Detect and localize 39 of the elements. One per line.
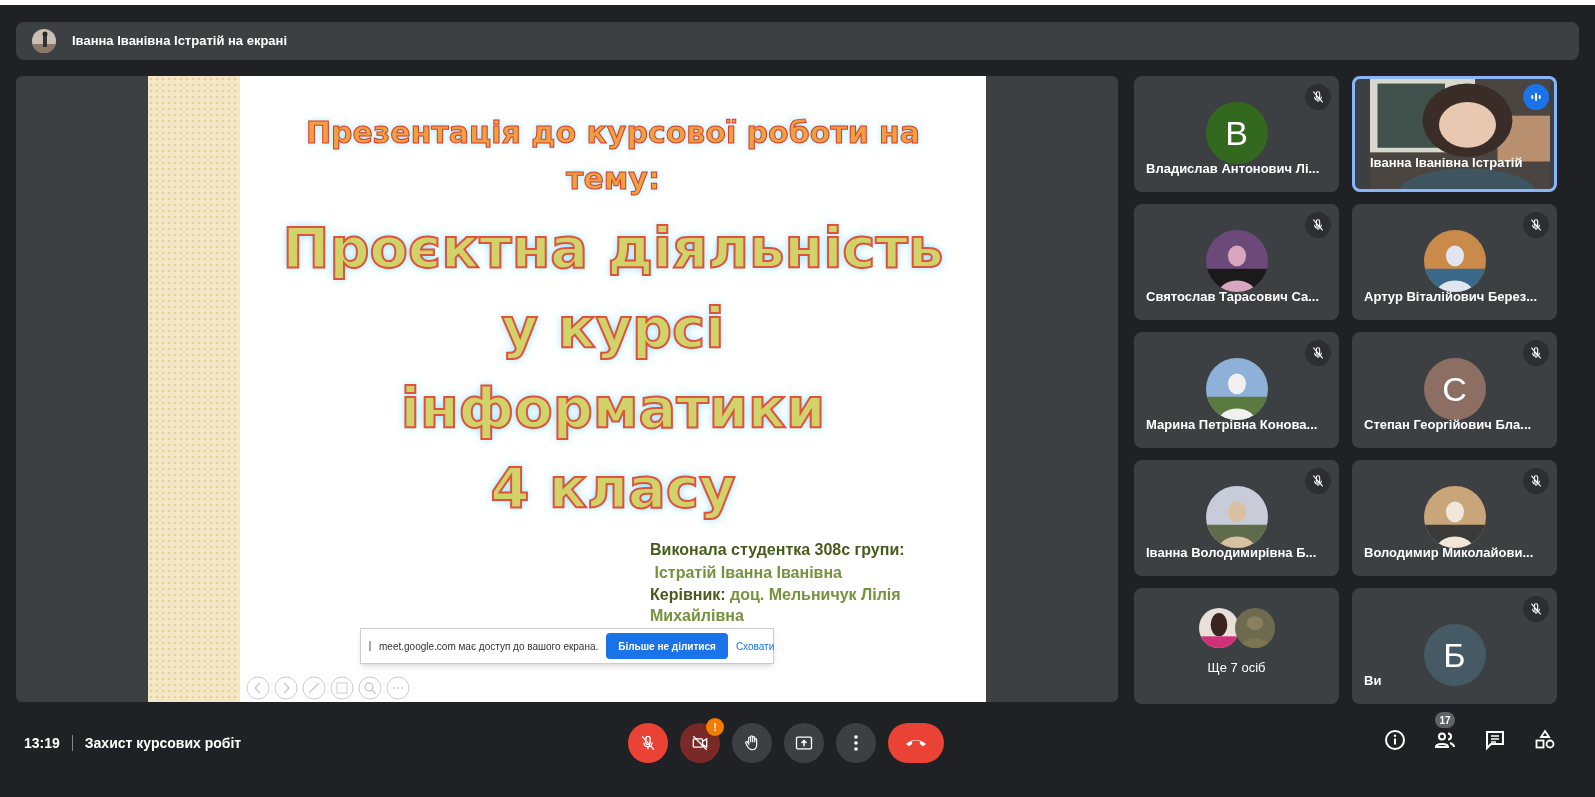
avatar-letter: Б	[1423, 624, 1486, 686]
hide-link[interactable]: Сховати	[735, 638, 775, 654]
present-button[interactable]	[784, 723, 824, 763]
camera-button[interactable]	[680, 723, 720, 763]
end-call-button[interactable]	[888, 723, 944, 763]
slide-title-line: Проєктна діяльність	[282, 214, 944, 282]
participant-name: Ви	[1364, 671, 1382, 690]
participant-name: Артур Віталійович Берез...	[1364, 287, 1538, 306]
slide-title-line: інформатики	[400, 374, 826, 442]
more-options-icon	[854, 735, 858, 751]
slide-title-line: у курсі	[501, 294, 725, 362]
drag-handle-icon[interactable]	[369, 641, 371, 651]
slide-subtitle: Презентація до курсової роботи на тему:	[304, 114, 922, 198]
participant-count: 17	[1435, 712, 1455, 728]
author-line: Керівник: доц. Мельничук Лілія Михайлівна	[650, 585, 902, 626]
participant-name: Володимир Миколайови...	[1364, 543, 1534, 562]
avatar-letter: С	[1423, 358, 1486, 420]
participant-name: Святослав Тарасович Са...	[1146, 287, 1320, 306]
author-line: Виконала студентка 308с групи:	[650, 540, 906, 560]
avatar-letter: В	[1205, 102, 1268, 164]
end-call-icon	[906, 738, 926, 748]
warning-badge: !	[706, 718, 724, 736]
participant-name: Іванна Іванівна Істратій	[1370, 153, 1523, 172]
chat-icon[interactable]	[1483, 728, 1507, 752]
microphone-button[interactable]	[628, 723, 668, 763]
meeting-title: Захист курсових робіт	[84, 733, 242, 753]
author-line: Істратій Іванна Іванівна	[653, 563, 843, 583]
participant-name: Марина Петрівна Конова...	[1146, 415, 1318, 434]
camera-off-icon	[690, 733, 710, 753]
stop-sharing-button[interactable]: Більше не ділитися	[606, 633, 728, 659]
presenter-text: Іванна Іванівна Істратій на екрані	[72, 32, 288, 51]
more-options-button[interactable]	[836, 723, 876, 763]
participant-name: Іванна Володимирівна Б...	[1146, 543, 1317, 562]
participant-name: Ще 7 осіб	[1207, 659, 1266, 677]
share-notice-text: meet.google.com має доступ до вашого екрана.	[379, 639, 599, 654]
slide-title-line: 4 класу	[490, 454, 736, 522]
clock-time: 13:19	[24, 733, 60, 753]
info-icon[interactable]	[1383, 728, 1407, 752]
raise-hand-button[interactable]	[732, 723, 772, 763]
